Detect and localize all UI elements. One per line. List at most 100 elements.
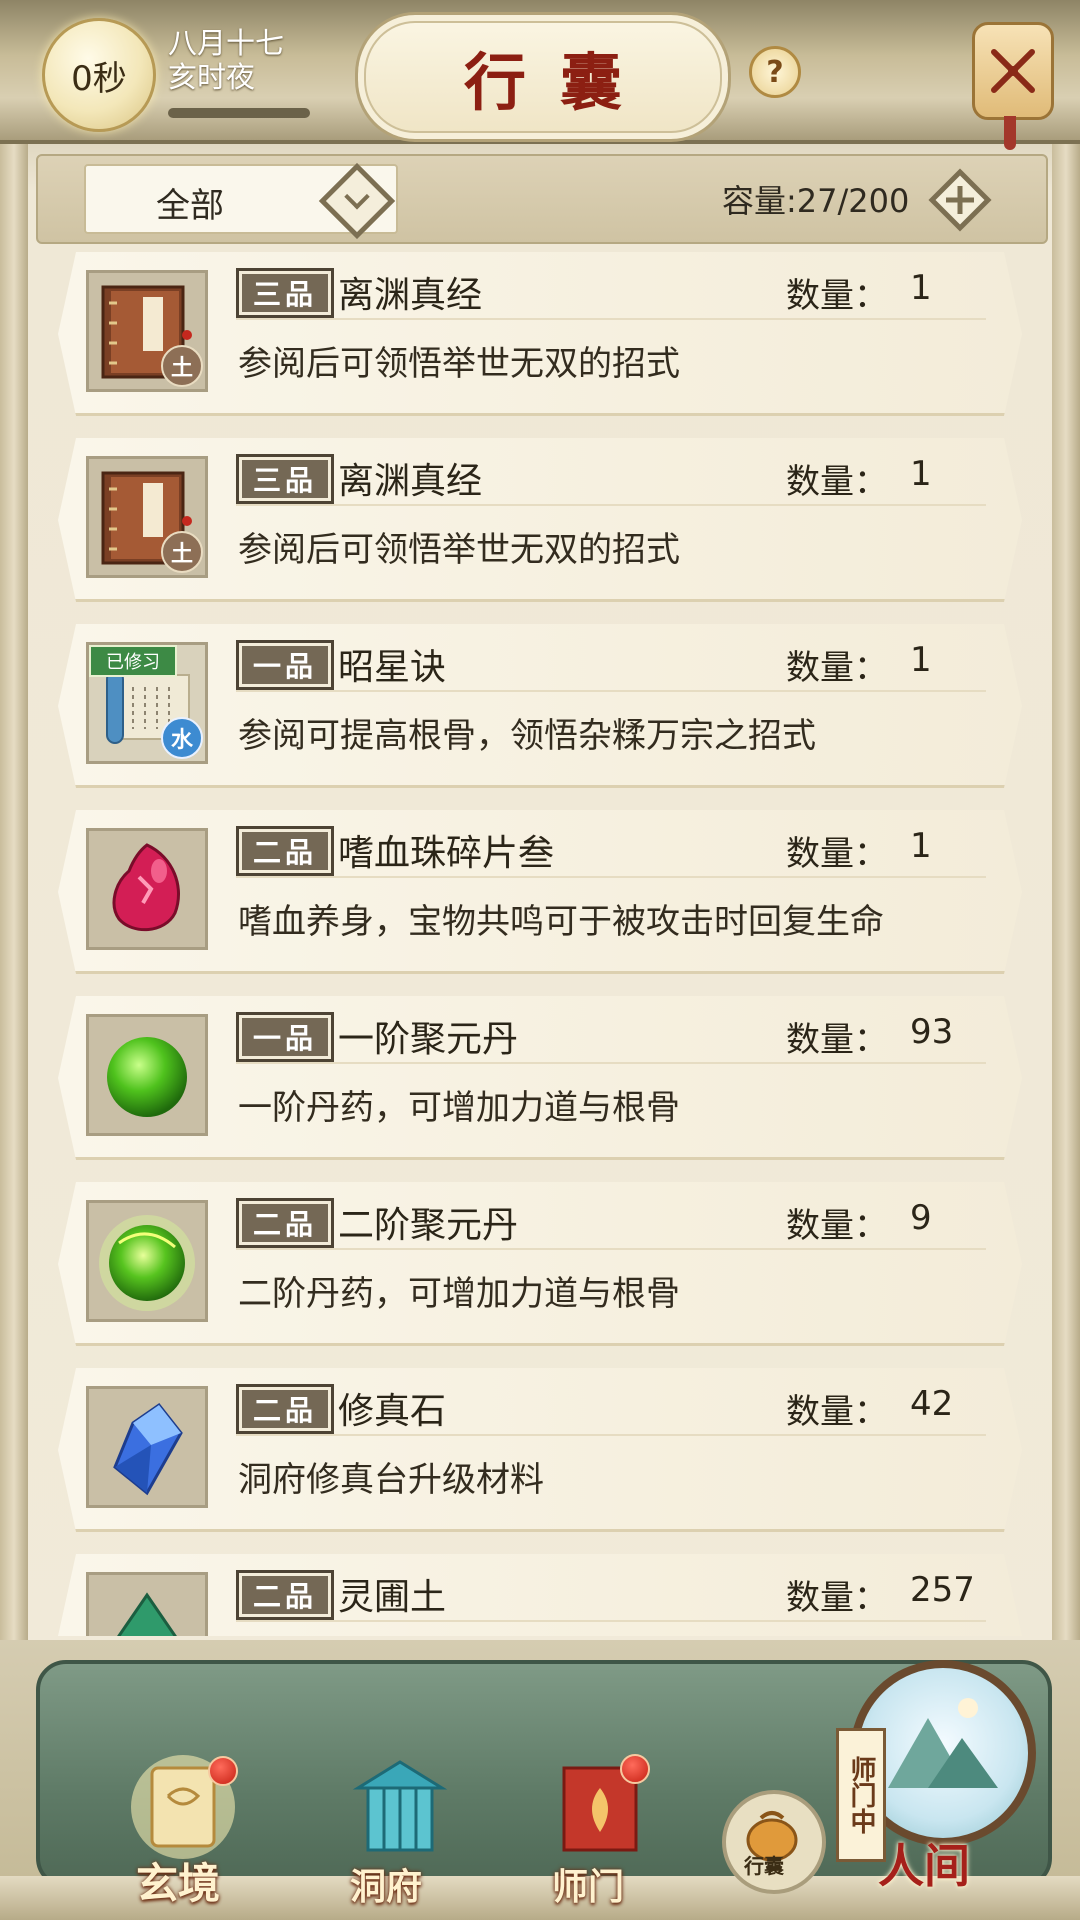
quantity-label: 数量： (786, 276, 888, 316)
list-item[interactable]: 土 三品 离渊真经 数量： 1 参阅后可领悟举世无双的招式 (30, 246, 1050, 418)
divider (236, 1434, 986, 1436)
item-name: 一阶聚元丹 (338, 1019, 519, 1060)
date-day: 八月十七 (168, 26, 285, 60)
list-item[interactable]: 二品 修真石 数量： 42 洞府修真台升级材料 (30, 1362, 1050, 1534)
quantity-value: 42 (910, 1384, 954, 1424)
item-name: 离渊真经 (338, 461, 483, 502)
grade-badge: 二品 (236, 1570, 334, 1620)
item-description: 一阶丹药，可增加力道与根骨 (238, 1088, 680, 1128)
grade-badge: 二品 (236, 1198, 334, 1248)
time-progress-bar (168, 108, 310, 118)
quantity-label: 数量： (786, 1392, 888, 1432)
tassel-ornament (1004, 116, 1016, 150)
bottom-nav: 玄境 洞府 师门 行囊 师门中 人间 (0, 1640, 1080, 1920)
list-item[interactable]: 二品 嗜血珠碎片叁 数量： 1 嗜血养身，宝物共鸣可于被攻击时回复生命 (30, 804, 1050, 976)
nav-label-xingnang: 行囊 (744, 1854, 784, 1878)
quantity-label: 数量： (786, 1578, 888, 1618)
item-list[interactable]: 土 三品 离渊真经 数量： 1 参阅后可领悟举世无双的招式 土 三品 离渊真经 … (30, 246, 1050, 1636)
item-description: 嗜血养身，宝物共鸣可于被攻击时回复生命 (238, 902, 884, 942)
item-description: 参阅可提高根骨，领悟杂糅万宗之招式 (238, 716, 816, 756)
nav-xuanjing[interactable]: 玄境 (118, 1752, 248, 1908)
page-title: 行囊 (463, 46, 656, 119)
date-hour: 亥时夜 (168, 60, 256, 94)
plus-diamond-icon (928, 168, 992, 232)
title-plate: 行囊 (355, 12, 731, 142)
quantity-value: 1 (910, 640, 932, 680)
timer-text: 0秒 (71, 58, 127, 99)
blood-shard-icon (112, 843, 180, 932)
question-icon: ? (766, 54, 784, 90)
capacity-text: 容量:27/200 (722, 182, 910, 220)
item-thumbnail (86, 1200, 208, 1322)
item-description: 参阅后可领悟举世无双的招式 (238, 530, 680, 570)
help-button[interactable]: ? (749, 46, 801, 98)
close-button[interactable] (972, 22, 1054, 120)
list-item[interactable]: 一品 一阶聚元丹 数量： 93 一阶丹药，可增加力道与根骨 (30, 990, 1050, 1162)
item-thumbnail: 已修习 水 (86, 642, 208, 764)
quantity-label: 数量： (786, 462, 888, 502)
quantity-value: 1 (910, 454, 932, 494)
quantity-value: 9 (910, 1198, 932, 1238)
item-name: 离渊真经 (338, 275, 483, 316)
divider (236, 504, 986, 506)
quantity-value: 257 (910, 1570, 975, 1610)
grade-badge: 一品 (236, 1012, 334, 1062)
category-dropdown[interactable]: 全部 (84, 162, 398, 240)
nav-label-shimen: 师门 (552, 1866, 625, 1908)
list-item[interactable]: 二品 二阶聚元丹 数量： 9 二阶丹药，可增加力道与根骨 (30, 1176, 1050, 1348)
game-date: 八月十七 亥时夜 (168, 26, 284, 94)
grade-badge: 三品 (236, 454, 334, 504)
item-description: 二阶丹药，可增加力道与根骨 (238, 1274, 680, 1314)
quantity-label: 数量： (786, 1020, 888, 1060)
list-item[interactable]: 二品 灵圃土 数量： 257 (30, 1548, 1050, 1636)
divider (236, 1620, 986, 1622)
learned-badge: 已修习 (89, 645, 177, 677)
nav-label-xuanjing: 玄境 (136, 1859, 221, 1908)
list-item[interactable]: 已修习 水 一品 昭星诀 数量： 1 参阅可提高根骨，领悟杂糅万宗之招式 (30, 618, 1050, 790)
notification-dot (208, 1756, 238, 1786)
divider (236, 876, 986, 878)
element-earth-badge: 土 (161, 531, 203, 573)
crystal-icon (113, 1402, 183, 1496)
nav-shimen[interactable]: 师门 (540, 1754, 670, 1908)
quantity-value: 1 (910, 268, 932, 308)
item-thumbnail (86, 828, 208, 950)
quantity-label: 数量： (786, 834, 888, 874)
expand-capacity-button[interactable] (928, 168, 992, 236)
quantity-value: 1 (910, 826, 932, 866)
divider (236, 690, 986, 692)
nav-xingnang[interactable]: 行囊 (722, 1790, 826, 1900)
grade-badge: 三品 (236, 268, 334, 318)
item-description: 洞府修真台升级材料 (238, 1460, 544, 1500)
item-thumbnail: 土 (86, 270, 208, 392)
element-water-badge: 水 (161, 717, 203, 759)
divider (236, 1248, 986, 1250)
item-name: 灵圃土 (338, 1577, 447, 1618)
item-thumbnail (86, 1386, 208, 1508)
timer-orb[interactable]: 0秒 (42, 18, 156, 132)
quantity-label: 数量： (786, 648, 888, 688)
right-border (1052, 120, 1080, 1680)
divider (236, 318, 986, 320)
left-border (0, 120, 28, 1680)
item-thumbnail (86, 1014, 208, 1136)
nav-dongfu[interactable]: 洞府 (340, 1758, 470, 1908)
item-description: 参阅后可领悟举世无双的招式 (238, 344, 680, 384)
item-thumbnail (86, 1572, 208, 1636)
item-thumbnail: 土 (86, 456, 208, 578)
quantity-value: 93 (910, 1012, 954, 1052)
filter-bar: 全部 容量:27/200 (36, 154, 1048, 244)
item-name: 二阶聚元丹 (338, 1205, 519, 1246)
list-item[interactable]: 土 三品 离渊真经 数量： 1 参阅后可领悟举世无双的招式 (30, 432, 1050, 604)
nav-label-renjian[interactable]: 人间 (878, 1830, 970, 1896)
chevron-down-icon (318, 162, 396, 240)
green-pill-icon (107, 1037, 187, 1117)
glowing-pill-icon (99, 1215, 195, 1311)
quantity-label: 数量： (786, 1206, 888, 1246)
nav-label-dongfu: 洞府 (350, 1866, 423, 1908)
item-name: 嗜血珠碎片叁 (338, 833, 555, 874)
item-name: 修真石 (338, 1391, 447, 1432)
header: 0秒 八月十七 亥时夜 行囊 ? (0, 0, 1080, 150)
element-earth-badge: 土 (161, 345, 203, 387)
category-selected: 全部 (156, 186, 224, 226)
